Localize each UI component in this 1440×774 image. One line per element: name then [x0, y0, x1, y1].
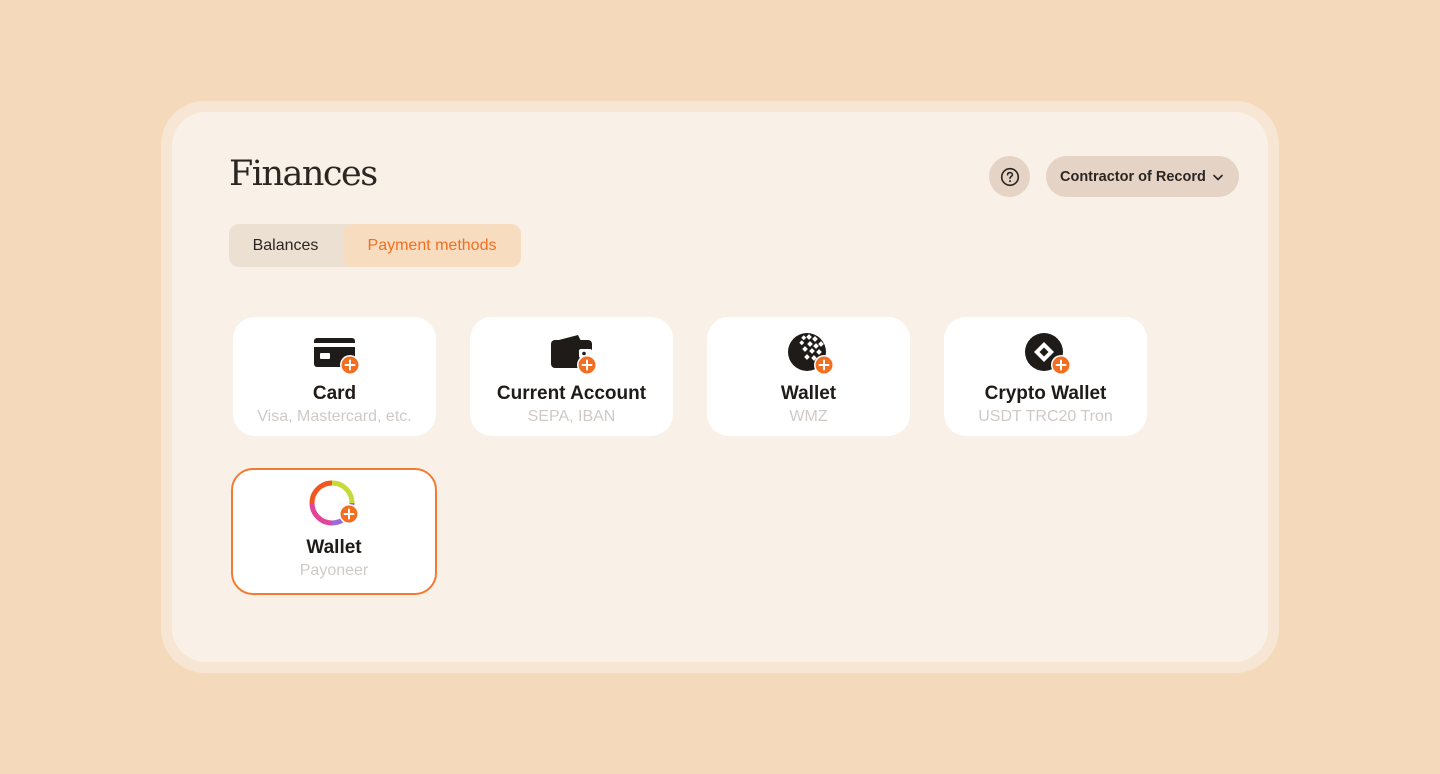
finances-panel: Finances Contractor of Record Balances P…	[172, 112, 1268, 662]
help-button[interactable]	[989, 156, 1030, 197]
payment-method-subtitle: Visa, Mastercard, etc.	[257, 408, 412, 425]
credit-card-add-icon	[313, 338, 360, 375]
payment-method-card[interactable]: Card Visa, Mastercard, etc.	[233, 317, 436, 436]
payment-method-title: Crypto Wallet	[984, 383, 1107, 404]
crypto-diamond-add-icon	[1024, 333, 1071, 375]
payment-method-title: Wallet	[306, 537, 362, 558]
payment-method-title: Current Account	[496, 383, 647, 404]
payment-method-subtitle: WMZ	[789, 408, 828, 425]
webmoney-globe-add-icon	[787, 333, 834, 375]
tab-payment-methods[interactable]: Payment methods	[343, 224, 521, 267]
payment-method-title: Wallet	[780, 383, 837, 404]
payoneer-ring-add-icon	[309, 480, 359, 526]
payment-method-title: Card	[312, 383, 357, 404]
wallet-add-icon	[550, 335, 597, 375]
payment-method-crypto-wallet[interactable]: Crypto Wallet USDT TRC20 Tron	[944, 317, 1147, 436]
payment-method-subtitle: Payoneer	[299, 562, 369, 579]
finances-tabs: Balances Payment methods	[229, 224, 521, 267]
tab-balances[interactable]: Balances	[229, 224, 342, 267]
payment-method-subtitle: USDT TRC20 Tron	[978, 408, 1113, 425]
question-circle-icon	[1000, 167, 1019, 186]
payment-method-subtitle: SEPA, IBAN	[527, 408, 616, 425]
payment-method-webmoney[interactable]: Wallet WMZ	[707, 317, 910, 436]
payment-method-payoneer[interactable]: Wallet Payoneer	[231, 468, 437, 595]
contractor-type-dropdown[interactable]: Contractor of Record	[1046, 156, 1239, 197]
dropdown-label: Contractor of Record	[1060, 168, 1206, 185]
page-title: Finances	[229, 154, 378, 194]
payment-method-current-account[interactable]: Current Account SEPA, IBAN	[470, 317, 673, 436]
chevron-down-icon	[1213, 174, 1223, 181]
finances-container: Finances Contractor of Record Balances P…	[161, 101, 1279, 673]
